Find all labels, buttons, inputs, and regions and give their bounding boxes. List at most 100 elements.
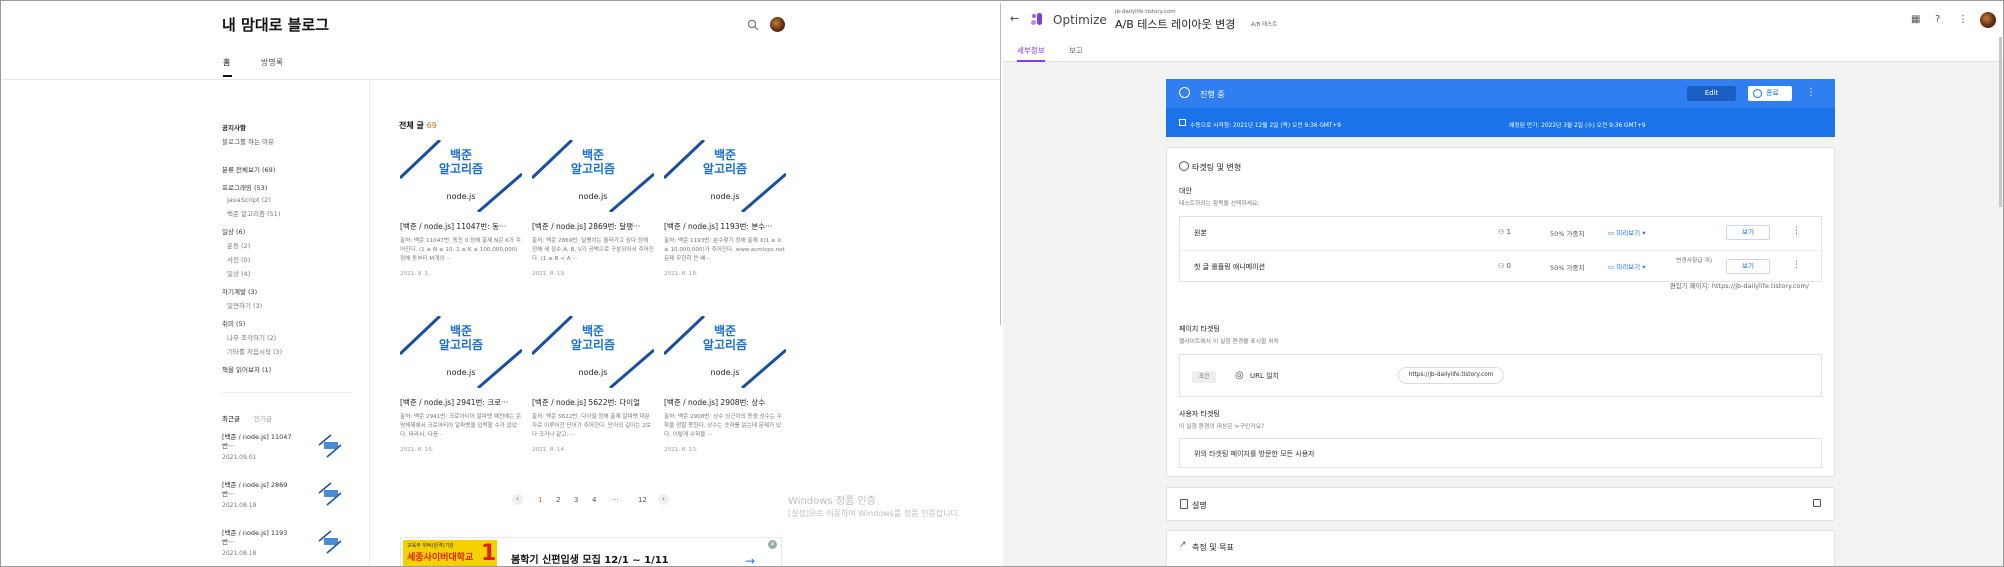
thumbnail-text: 백준 알고리즘 (400, 148, 522, 176)
sidebar-category[interactable]: 백준 알고리즘 (51) (227, 208, 352, 218)
editor-page[interactable]: 편집기 페이지: https://jb-dailylife.tistory.co… (1179, 280, 1809, 290)
audience-row[interactable]: 위의 타겟팅 페이지를 방문한 모든 사용자 (1179, 438, 1822, 468)
preview-dropdown[interactable]: ▭ 미리보기 ▾ (1608, 227, 1645, 237)
post-card[interactable]: 백준 알고리즘 node.js [백준 / node.js] 2941번: 크로···… (400, 316, 522, 453)
tab-report[interactable]: 보고 (1069, 45, 1083, 56)
post-thumbnail[interactable]: 백준 알고리즘 node.js (532, 316, 654, 388)
recent-post-thumbnail[interactable] (317, 433, 343, 459)
recent-post-title[interactable]: [백준 / node.js] 2869번··· (222, 481, 292, 499)
recent-post-thumbnail[interactable] (317, 529, 343, 555)
sidebar-category[interactable]: 나무 조각하기 (2) (227, 332, 352, 342)
sidebar-category[interactable]: 기타를 처음시작 (3) (227, 346, 352, 356)
thumbnail-line1: 백준 (581, 148, 605, 162)
recent-post-title[interactable]: [백준 / node.js] 11047번··· (222, 433, 292, 451)
post-card[interactable]: 백준 알고리즘 node.js [백준 / node.js] 1193번: 분수···… (664, 140, 786, 277)
variant-row[interactable]: 첫 글 롤플링 애니메이션 ⚇ 0 50% 가중치 ▭ 미리보기 ▾ 변경사항급 개) 보… (1180, 250, 1823, 282)
sidebar-category[interactable]: 책을 읽어보자 (1) (222, 364, 352, 374)
post-thumbnail[interactable]: 백준 알고리즘 node.js (400, 316, 522, 388)
description-panel[interactable]: 설명 (1166, 487, 1835, 521)
ad-text[interactable]: 봄학기 신편입생 모집 12/1 ~ 1/11 (511, 551, 669, 566)
edit-button[interactable]: Edit (1687, 86, 1736, 101)
thumbnail-text: 백준 알고리즘 (664, 324, 786, 352)
post-list-heading: 전체 글 69 (399, 120, 437, 131)
sidebar-category[interactable]: 자기계발 (3) (222, 286, 352, 296)
sidebar-category[interactable]: JavaScript (2) (227, 196, 352, 204)
post-title[interactable]: [백준 / node.js] 5622번: 다이얼 (532, 397, 654, 408)
tab-guestbook[interactable]: 방명록 (261, 57, 283, 68)
end-button[interactable]: 종료 (1748, 86, 1792, 101)
thumbnail-line2: 알고리즘 (438, 338, 484, 352)
ad-image[interactable]: 교육부 위탁(원격)기관 세종사이버대학교 1 (403, 540, 497, 566)
more-vert-icon[interactable]: ⋮ (1958, 14, 1968, 25)
recent-post[interactable]: [백준 / node.js] 11047번··· 2021.09.01 (222, 433, 352, 471)
sidebar-category[interactable]: 일상 (4) (227, 268, 352, 278)
rule-url-value[interactable]: https://jb-dailylife.tistory.com (1398, 367, 1504, 384)
view-button[interactable]: 보기 (1726, 225, 1770, 240)
sidebar-category[interactable]: 프로그래밍 (53) (222, 182, 352, 192)
sidebar-category[interactable]: 일면하기 (3) (227, 300, 352, 310)
post-thumbnail[interactable]: 백준 알고리즘 node.js (400, 140, 522, 212)
help-icon[interactable]: ? (1935, 14, 1940, 25)
post-thumbnail[interactable]: 백준 알고리즘 node.js (664, 140, 786, 212)
search-icon[interactable] (747, 19, 759, 31)
post-card[interactable]: 백준 알고리즘 node.js [백준 / node.js] 2908번: 상수 출처:… (664, 316, 786, 453)
post-card[interactable]: 백준 알고리즘 node.js [백준 / node.js] 2869번: 달팽···… (532, 140, 654, 277)
sidebar-category[interactable]: 분류 전체보기 (69) (222, 164, 352, 174)
post-title[interactable]: [백준 / node.js] 2941번: 크로··· (400, 397, 522, 408)
recent-post-title[interactable]: [백준 / node.js] 1193번··· (222, 529, 292, 547)
variant-name[interactable]: 원본 (1194, 228, 1207, 238)
page-number[interactable]: 1 (538, 496, 542, 504)
post-title[interactable]: [백준 / node.js] 1193번: 분수··· (664, 221, 786, 232)
post-thumbnail[interactable]: 백준 알고리즘 node.js (532, 140, 654, 212)
arrow-right-icon[interactable]: → (745, 554, 755, 566)
blog-title[interactable]: 내 맘대로 블로그 (222, 14, 329, 35)
avatar[interactable] (770, 17, 785, 32)
measure-panel[interactable]: ↗ 측정 및 목표 (1166, 530, 1835, 566)
blog-window: 내 맘대로 블로그 홈 방명록 공지사항 블로그를 하는 이유 분류 전체보기 … (2, 2, 1001, 566)
variant-weight[interactable]: 50% 가중치 (1550, 262, 1584, 272)
more-vert-icon[interactable]: ⋮ (1806, 87, 1816, 98)
preview-dropdown[interactable]: ▭ 미리보기 ▾ (1608, 261, 1645, 271)
variant-row[interactable]: 원본 ⚇ 1 50% 가중치 ▭ 미리보기 ▾ 보기 ⋮ (1180, 217, 1823, 249)
variant-weight[interactable]: 50% 가중치 (1550, 228, 1584, 238)
sidebar-category[interactable]: 일상 (6) (222, 226, 352, 236)
close-icon[interactable]: ✕ (768, 540, 777, 549)
post-thumbnail[interactable]: 백준 알고리즘 node.js (664, 316, 786, 388)
view-button[interactable]: 보기 (1726, 259, 1770, 274)
tab-popular[interactable]: 인기글 (254, 415, 272, 423)
page-rule-row[interactable]: 조건 ◎ URL 일치 https://jb-dailylife.tistory… (1179, 354, 1822, 397)
page-number[interactable]: 2 (556, 496, 560, 504)
lock-icon[interactable] (1813, 499, 1821, 507)
tab-home[interactable]: 홈 (223, 57, 230, 68)
tab-details[interactable]: 세부정보 (1017, 45, 1045, 56)
page-number[interactable]: 3 (574, 496, 578, 504)
scrollbar[interactable] (1000, 3, 1001, 325)
activation-watermark: Windows 정품 인증 [설정]으로 이동하여 Windows를 정품 인증… (788, 496, 960, 520)
sidebar-category[interactable]: 취미 (5) (222, 318, 352, 328)
post-title[interactable]: [백준 / node.js] 2908번: 상수 (664, 397, 786, 408)
post-card[interactable]: 백준 알고리즘 node.js [백준 / node.js] 11047번: 동···… (400, 140, 522, 277)
back-arrow-icon[interactable]: ← (1010, 12, 1019, 25)
page-number[interactable]: 12 (638, 496, 647, 504)
post-title[interactable]: [백준 / node.js] 2869번: 달팽··· (532, 221, 654, 232)
prev-page-button[interactable]: ‹ (512, 494, 523, 505)
apps-grid-icon[interactable]: ▦ (1911, 14, 1920, 25)
notice-item[interactable]: 블로그를 하는 이유 (222, 136, 352, 146)
experiment-title[interactable]: A/B 테스트 레이아웃 변경 (1115, 16, 1235, 32)
scrollbar[interactable] (1999, 37, 2002, 207)
more-vert-icon[interactable]: ⋮ (1792, 260, 1801, 270)
avatar[interactable] (1980, 12, 1996, 28)
page-number[interactable]: 4 (592, 496, 596, 504)
tab-recent[interactable]: 최근글 (222, 415, 240, 423)
sidebar-category[interactable]: 사진 (0) (227, 254, 352, 264)
next-page-button[interactable]: › (658, 494, 669, 505)
recent-post[interactable]: [백준 / node.js] 1193번··· 2021.08.18 (222, 529, 352, 566)
sidebar-category[interactable]: 운동 (2) (227, 240, 352, 250)
post-title[interactable]: [백준 / node.js] 11047번: 동··· (400, 221, 522, 232)
more-vert-icon[interactable]: ⋮ (1792, 226, 1801, 236)
recent-post-thumbnail[interactable] (317, 481, 343, 507)
post-card[interactable]: 백준 알고리즘 node.js [백준 / node.js] 5622번: 다이얼 출처… (532, 316, 654, 453)
ad-banner[interactable]: 교육부 위탁(원격)기관 세종사이버대학교 1 봄학기 신편입생 모집 12/1… (400, 537, 782, 566)
variant-name[interactable]: 첫 글 롤플링 애니메이션 (1194, 262, 1265, 272)
recent-post[interactable]: [백준 / node.js] 2869번··· 2021.08.19 (222, 481, 352, 519)
